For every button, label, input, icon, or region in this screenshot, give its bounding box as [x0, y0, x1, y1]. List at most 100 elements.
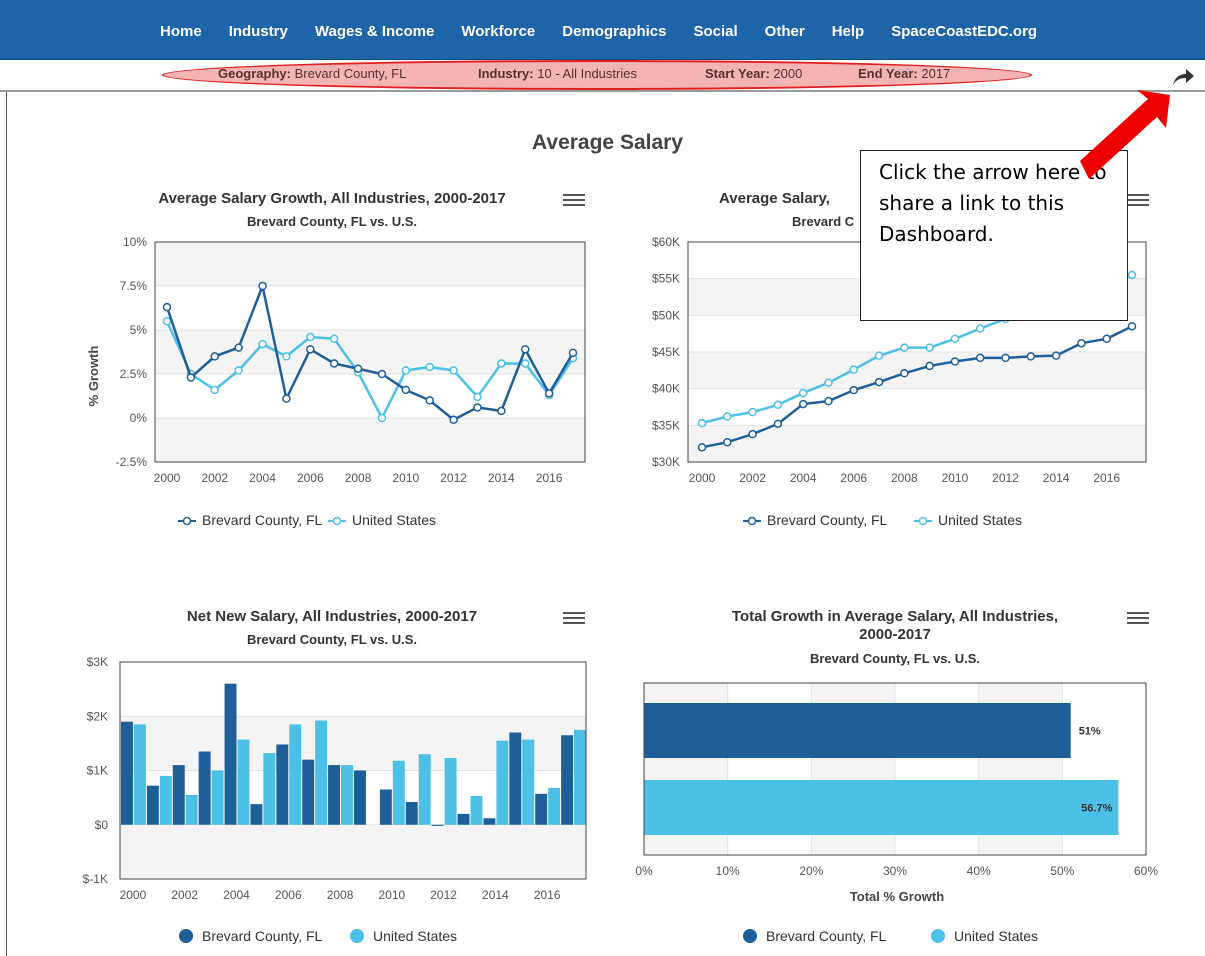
bar-us	[644, 780, 1119, 835]
nav-item-home[interactable]: Home	[160, 23, 202, 40]
nav-item-other[interactable]: Other	[765, 23, 805, 40]
data-point	[1127, 322, 1137, 331]
y-tick-label: $40K	[652, 382, 680, 396]
data-point	[925, 343, 934, 352]
share-button[interactable]	[1170, 64, 1196, 90]
data-point	[697, 418, 707, 428]
chart-salary-growth-svg: Average Salary Growth, All Industries, 2…	[86, 190, 586, 528]
x-tick-label: 2002	[739, 471, 766, 485]
data-point	[306, 332, 315, 342]
data-point	[849, 365, 859, 374]
nav-menu: Home Industry Wages & Income Workforce D…	[160, 23, 1037, 40]
bar-brevard	[379, 789, 392, 825]
x-tick-label: 2016	[534, 888, 561, 902]
bar-brevard	[121, 721, 133, 825]
bar-brevard	[457, 813, 470, 825]
y-tick-label: $2K	[87, 709, 108, 723]
chart-menu-icon[interactable]	[563, 191, 585, 209]
data-point	[306, 345, 315, 354]
nav-item-social[interactable]: Social	[693, 23, 737, 40]
nav-item-spacecoastedc[interactable]: SpaceCoastEDC.org	[891, 23, 1037, 40]
legend-item-us[interactable]: United States	[328, 512, 436, 528]
data-point	[1127, 270, 1137, 280]
x-tick-label: 2006	[840, 471, 867, 485]
data-point	[975, 353, 985, 363]
x-tick-label: 2012	[430, 888, 457, 902]
nav-item-industry[interactable]: Industry	[229, 23, 288, 40]
chart-menu-icon[interactable]	[563, 609, 585, 627]
filter-geography-value: Brevard County, FL	[294, 66, 407, 81]
data-point	[497, 406, 506, 416]
bar-brevard	[224, 683, 237, 825]
nav-item-workforce[interactable]: Workforce	[461, 23, 535, 40]
nav-item-demographics[interactable]: Demographics	[562, 23, 666, 40]
data-point	[401, 366, 411, 375]
share-arrow-icon	[1173, 69, 1194, 85]
nav-item-help[interactable]: Help	[832, 23, 865, 40]
data-point	[425, 396, 434, 405]
y-tick-label: 5%	[130, 323, 148, 337]
legend-item-brevard[interactable]: Brevard County, FL	[743, 928, 887, 944]
x-tick-label: 2016	[1093, 471, 1120, 485]
x-tick-label: 2002	[171, 888, 198, 902]
data-point	[975, 324, 985, 333]
chart-title: Average Salary Growth, All Industries, 2…	[158, 190, 505, 207]
data-point	[1026, 352, 1036, 361]
data-point	[210, 352, 220, 361]
bar-brevard	[354, 770, 366, 825]
legend-label-brevard: Brevard County, FL	[766, 928, 887, 944]
data-point	[162, 316, 172, 326]
bar-brevard	[302, 759, 315, 825]
chart-subtitle: Brevard C	[792, 214, 855, 229]
legend-label-brevard: Brevard County, FL	[202, 512, 323, 528]
data-point	[544, 389, 554, 398]
legend-item-brevard[interactable]: Brevard County, FL	[743, 512, 888, 528]
data-point	[798, 399, 808, 409]
filter-end-year[interactable]: End Year: 2017	[858, 66, 950, 81]
plot-band	[688, 425, 1146, 462]
annotation-red-arrow	[1080, 90, 1170, 179]
data-point	[849, 385, 859, 395]
bar-us	[185, 794, 198, 825]
filter-industry[interactable]: Industry: 10 - All Industries	[478, 66, 637, 81]
bar-us	[574, 729, 586, 825]
filter-start-year[interactable]: Start Year: 2000	[705, 66, 802, 81]
x-tick-label: 0%	[635, 864, 653, 878]
bar-us	[548, 787, 561, 825]
data-point	[748, 407, 757, 417]
chart-total-growth-svg: Total Growth in Average Salary, All Indu…	[635, 608, 1158, 944]
data-point	[449, 415, 458, 425]
x-tick-label: 2014	[488, 471, 515, 485]
y-tick-label: $30K	[652, 455, 680, 469]
bar-us	[470, 795, 483, 825]
x-tick-label: 2000	[120, 888, 147, 902]
legend-item-us[interactable]: United States	[931, 928, 1038, 944]
filter-industry-value: 10 - All Industries	[537, 66, 637, 81]
bar-brevard	[483, 818, 496, 825]
data-point	[425, 362, 434, 372]
chart-title: Net New Salary, All Industries, 2000-201…	[187, 608, 477, 625]
legend-item-brevard[interactable]: Brevard County, FL	[179, 928, 323, 944]
data-point	[258, 281, 267, 291]
y-tick-label: $0	[95, 818, 109, 832]
chart-title-line1: Total Growth in Average Salary, All Indu…	[732, 608, 1058, 625]
data-point	[234, 366, 243, 375]
x-tick-label: 2014	[482, 888, 509, 902]
chart-title: Average Salary,	[719, 190, 830, 207]
filter-geography[interactable]: Geography: Brevard County, FL	[218, 66, 406, 81]
x-tick-label: 2006	[275, 888, 302, 902]
legend-item-us[interactable]: United States	[914, 512, 1022, 528]
nav-item-wages-income[interactable]: Wages & Income	[315, 23, 434, 40]
data-point	[697, 443, 707, 452]
x-tick-label: 2010	[378, 888, 405, 902]
legend-item-brevard[interactable]: Brevard County, FL	[178, 512, 323, 528]
data-point	[473, 403, 482, 412]
legend-item-us[interactable]: United States	[350, 928, 457, 944]
chart-menu-icon[interactable]	[1127, 609, 1149, 627]
plot-band	[155, 418, 585, 462]
x-tick-label: 2004	[790, 471, 817, 485]
data-point	[520, 345, 530, 354]
x-tick-label: 2010	[392, 471, 419, 485]
data-point	[186, 373, 196, 382]
bar-brevard	[405, 801, 418, 825]
